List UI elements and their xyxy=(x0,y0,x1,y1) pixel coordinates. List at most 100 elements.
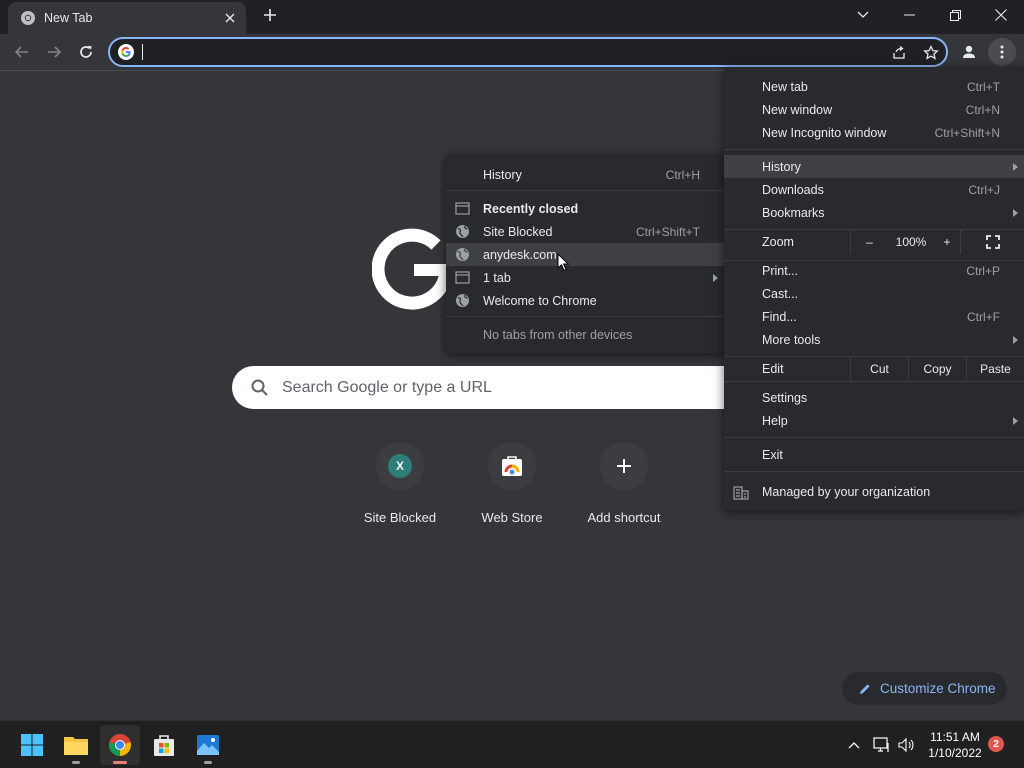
menu-item-downloads[interactable]: Downloads Ctrl+J xyxy=(724,178,1024,201)
back-button[interactable] xyxy=(8,38,36,66)
arrow-left-icon xyxy=(14,46,28,58)
photos-icon xyxy=(197,735,219,755)
show-hidden-icons-button[interactable] xyxy=(842,721,866,768)
web-store-icon xyxy=(502,456,522,476)
reload-button[interactable] xyxy=(72,38,100,66)
reload-icon xyxy=(80,45,92,58)
speaker-icon xyxy=(898,738,914,752)
network-button[interactable] xyxy=(870,721,894,768)
cut-button[interactable]: Cut xyxy=(850,357,908,381)
start-button[interactable] xyxy=(12,725,52,765)
separator xyxy=(724,149,1024,150)
address-input[interactable] xyxy=(140,39,880,65)
plus-icon xyxy=(617,459,631,473)
separator xyxy=(724,381,1024,382)
chrome-main-menu: New tab Ctrl+T New window Ctrl+N New Inc… xyxy=(724,67,1024,510)
separator xyxy=(724,437,1024,438)
taskbar: 11:51 AM 1/10/2022 xyxy=(0,720,1024,768)
notification-badge[interactable]: 2 xyxy=(988,736,1004,752)
minimize-icon xyxy=(903,14,915,16)
zoom-in-button[interactable]: + xyxy=(934,230,960,254)
copy-button[interactable]: Copy xyxy=(908,357,966,381)
volume-button[interactable] xyxy=(894,721,918,768)
menu-item-cast[interactable]: Cast... xyxy=(724,282,1024,305)
clock-time: 11:51 AM xyxy=(930,730,980,744)
restore-button[interactable] xyxy=(932,0,978,30)
new-tab-button[interactable] xyxy=(258,6,282,28)
running-indicator xyxy=(72,761,80,764)
clock-date: 1/10/2022 xyxy=(928,746,982,760)
ntp-search-input[interactable] xyxy=(282,366,722,409)
shortcut-tile: X xyxy=(376,442,424,490)
network-icon xyxy=(873,737,889,752)
submenu-item-anydesk[interactable]: anydesk.com xyxy=(446,243,724,266)
menu-item-more-tools[interactable]: More tools xyxy=(724,328,1024,351)
chevron-right-icon xyxy=(1013,162,1018,171)
taskbar-store[interactable] xyxy=(144,725,184,765)
close-icon[interactable] xyxy=(220,8,240,28)
shortcut-label: Web Store xyxy=(481,510,543,525)
submenu-header-recently-closed: Recently closed xyxy=(446,197,724,220)
profile-button[interactable] xyxy=(955,38,983,66)
tab-title: New Tab xyxy=(44,11,93,25)
search-icon xyxy=(251,379,268,396)
chrome-icon xyxy=(109,734,131,756)
arrow-right-icon xyxy=(48,46,62,58)
taskbar-clock[interactable]: 11:51 AM 1/10/2022 xyxy=(920,729,990,761)
shortcut-site-blocked[interactable]: X Site Blocked xyxy=(345,442,455,525)
menu-item-settings[interactable]: Settings xyxy=(724,386,1024,409)
menu-item-new-tab[interactable]: New tab Ctrl+T xyxy=(724,75,1024,98)
chrome-icon xyxy=(21,11,35,25)
submenu-item-1-tab[interactable]: 1 tab xyxy=(446,266,724,289)
submenu-item-welcome[interactable]: Welcome to Chrome xyxy=(446,289,724,312)
menu-zoom-row: Zoom – 100% + xyxy=(724,230,1024,254)
fullscreen-button[interactable] xyxy=(960,230,1024,254)
person-icon xyxy=(963,45,975,58)
tab-search-button[interactable] xyxy=(840,0,886,30)
shortcut-web-store[interactable]: Web Store xyxy=(457,442,567,525)
chevron-right-icon xyxy=(1013,335,1018,344)
history-submenu: History Ctrl+H Recently closed Site Bloc… xyxy=(446,155,724,353)
menu-item-new-incognito[interactable]: New Incognito window Ctrl+Shift+N xyxy=(724,121,1024,144)
close-icon xyxy=(995,9,1007,21)
taskbar-chrome[interactable] xyxy=(100,725,140,765)
menu-item-print[interactable]: Print... Ctrl+P xyxy=(724,259,1024,282)
shortcut-tile xyxy=(600,442,648,490)
zoom-level: 100% xyxy=(895,235,927,249)
shortcut-add[interactable]: Add shortcut xyxy=(569,442,679,525)
chrome-menu-button[interactable] xyxy=(988,38,1016,66)
paste-button[interactable]: Paste xyxy=(966,357,1024,381)
menu-item-new-window[interactable]: New window Ctrl+N xyxy=(724,98,1024,121)
shortcut-label: Add shortcut xyxy=(587,510,661,525)
address-bar[interactable] xyxy=(108,37,948,67)
site-blocked-icon: X xyxy=(388,454,412,478)
close-window-button[interactable] xyxy=(978,0,1024,30)
customize-chrome-button[interactable]: Customize Chrome xyxy=(842,672,1007,705)
running-indicator xyxy=(204,761,212,764)
menu-item-help[interactable]: Help xyxy=(724,409,1024,432)
forward-button[interactable] xyxy=(40,38,68,66)
globe-icon xyxy=(456,225,469,238)
menu-item-exit[interactable]: Exit xyxy=(724,443,1024,466)
pencil-icon xyxy=(860,683,870,694)
share-icon[interactable] xyxy=(888,42,910,64)
minimize-button[interactable] xyxy=(886,0,932,30)
star-icon[interactable] xyxy=(920,42,942,64)
chevron-up-icon xyxy=(848,742,860,749)
submenu-item-history[interactable]: History Ctrl+H xyxy=(446,163,724,186)
tab-new-tab[interactable]: New Tab xyxy=(8,2,246,34)
more-vert-icon xyxy=(1000,45,1004,59)
taskbar-photos[interactable] xyxy=(188,725,228,765)
tab-icon xyxy=(455,202,470,215)
title-bar: New Tab xyxy=(0,0,1024,34)
fullscreen-icon xyxy=(985,235,1000,249)
menu-item-find[interactable]: Find... Ctrl+F xyxy=(724,305,1024,328)
submenu-item-site-blocked[interactable]: Site Blocked Ctrl+Shift+T xyxy=(446,220,724,243)
menu-item-managed[interactable]: Managed by your organization xyxy=(724,481,1024,504)
ntp-search-box[interactable] xyxy=(232,366,792,409)
zoom-out-button[interactable]: – xyxy=(850,230,888,254)
menu-item-bookmarks[interactable]: Bookmarks xyxy=(724,201,1024,224)
menu-item-history[interactable]: History xyxy=(724,155,1024,178)
globe-icon xyxy=(456,294,469,307)
taskbar-file-explorer[interactable] xyxy=(56,725,96,765)
